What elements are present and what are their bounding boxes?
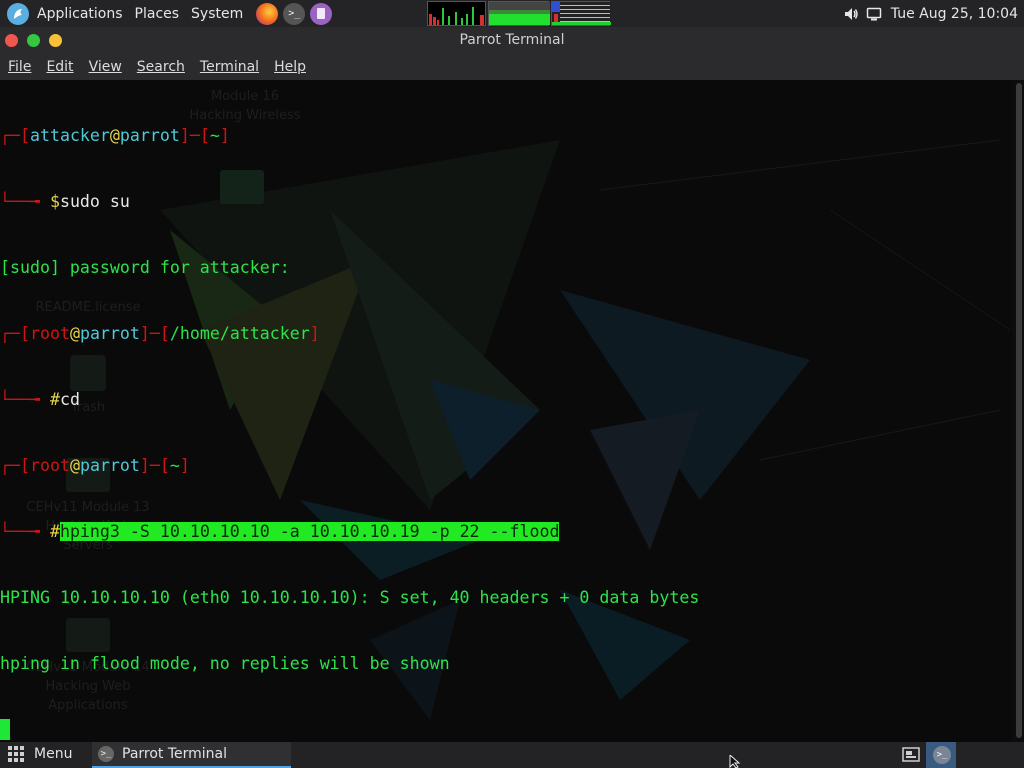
bottom-tray: >_ [896, 742, 1024, 768]
menu-edit-label: Edit [46, 59, 74, 75]
menu-view[interactable]: View [81, 59, 129, 75]
menu-button[interactable]: Menu [8, 746, 72, 762]
taskbar-item-parrot-terminal[interactable]: >_ Parrot Terminal [92, 742, 291, 768]
window-titlebar[interactable]: Parrot Terminal [0, 27, 1024, 54]
prompt-host: parrot [79, 324, 140, 343]
menu-terminal-label: Terminal [199, 59, 260, 75]
window-title: Parrot Terminal [459, 32, 565, 48]
workspace-3-button[interactable] [990, 742, 1024, 768]
menu-search[interactable]: Search [129, 59, 192, 75]
sudo-password-line: [sudo] password for attacker: [0, 258, 290, 277]
bottom-panel: Menu >_ Parrot Terminal >_ [0, 742, 1024, 768]
prompt-line-1: ┌─[attacker@parrot]─[~] [0, 126, 230, 145]
command-line-1: └──╼ $sudo su [0, 192, 130, 211]
applications-menu[interactable]: Applications [33, 6, 131, 22]
command-line-3: └──╼ #hping3 -S 10.10.10.10 -a 10.10.10.… [0, 522, 560, 541]
text-cursor [0, 719, 10, 740]
command-line-2: └──╼ #cd [0, 390, 80, 409]
workspace-2-button[interactable] [956, 742, 990, 768]
show-desktop-icon[interactable] [896, 742, 926, 768]
menu-file-label: File [8, 59, 32, 75]
menu-edit[interactable]: Edit [38, 59, 80, 75]
menu-button-label: Menu [34, 746, 73, 762]
system-menu[interactable]: System [187, 6, 251, 22]
prompt-host: parrot [119, 126, 180, 145]
taskbar-item-label: Parrot Terminal [122, 746, 228, 762]
menu-search-label: Search [136, 59, 185, 75]
menu-help-label: Help [274, 59, 306, 75]
prompt-line-3: ┌─[root@parrot]─[~] [0, 456, 190, 475]
terminal-area[interactable]: Module 16 Hacking Wireless README.licens… [0, 80, 1024, 742]
cpu-monitor[interactable] [427, 1, 486, 26]
prompt-user: attacker [29, 126, 110, 145]
memory-monitor[interactable] [488, 1, 550, 26]
parrot-logo-icon[interactable] [7, 2, 29, 25]
volume-icon[interactable] [843, 6, 859, 22]
app-grid-icon [8, 746, 24, 762]
prompt-user: root [29, 324, 70, 343]
menu-file[interactable]: File [0, 59, 38, 75]
terminal-icon: >_ [98, 746, 114, 762]
scrollbar-thumb[interactable] [1016, 83, 1022, 738]
prompt-dir: ~ [169, 456, 180, 475]
terminal-output[interactable]: ┌─[attacker@parrot]─[~] └──╼ $sudo su [s… [0, 81, 1010, 742]
prompt-symbol: # [49, 522, 60, 541]
prompt-host: parrot [79, 456, 140, 475]
menubar: File Edit View Search Terminal Help [0, 54, 1024, 80]
system-tray: Tue Aug 25, 10:04 [843, 0, 1024, 27]
prompt-line-2: ┌─[root@parrot]─[/home/attacker] [0, 324, 320, 343]
output-line-1: HPING 10.10.10.10 (eth0 10.10.10.10): S … [0, 588, 700, 607]
command-text: sudo su [59, 192, 130, 211]
menu-terminal[interactable]: Terminal [192, 59, 266, 75]
places-menu[interactable]: Places [131, 6, 188, 22]
terminal-launcher-icon[interactable]: >_ [283, 2, 306, 25]
display-icon[interactable] [866, 6, 882, 22]
menu-help[interactable]: Help [266, 59, 313, 75]
scrollbar[interactable] [1012, 80, 1024, 742]
prompt-symbol: # [49, 390, 60, 409]
prompt-dir: /home/attacker [169, 324, 310, 343]
output-line-2: hping in flood mode, no replies will be … [0, 654, 450, 673]
network-monitor[interactable] [551, 1, 611, 26]
text-editor-icon[interactable] [310, 2, 333, 25]
workspace-1-button[interactable]: >_ [926, 742, 956, 768]
prompt-dir: ~ [209, 126, 220, 145]
selected-command-text[interactable]: hping3 -S 10.10.10.10 -a 10.10.10.19 -p … [59, 522, 560, 541]
top-panel: Applications Places System >_ Tue Aug 25… [0, 0, 1024, 27]
firefox-icon[interactable] [256, 2, 279, 25]
menu-view-label: View [88, 59, 122, 75]
clock[interactable]: Tue Aug 25, 10:04 [891, 6, 1018, 22]
terminal-icon: >_ [933, 746, 951, 764]
mouse-pointer-icon [729, 755, 741, 768]
cursor-line [0, 719, 1010, 741]
command-text: cd [59, 390, 80, 409]
prompt-symbol: $ [49, 192, 60, 211]
prompt-user: root [29, 456, 70, 475]
